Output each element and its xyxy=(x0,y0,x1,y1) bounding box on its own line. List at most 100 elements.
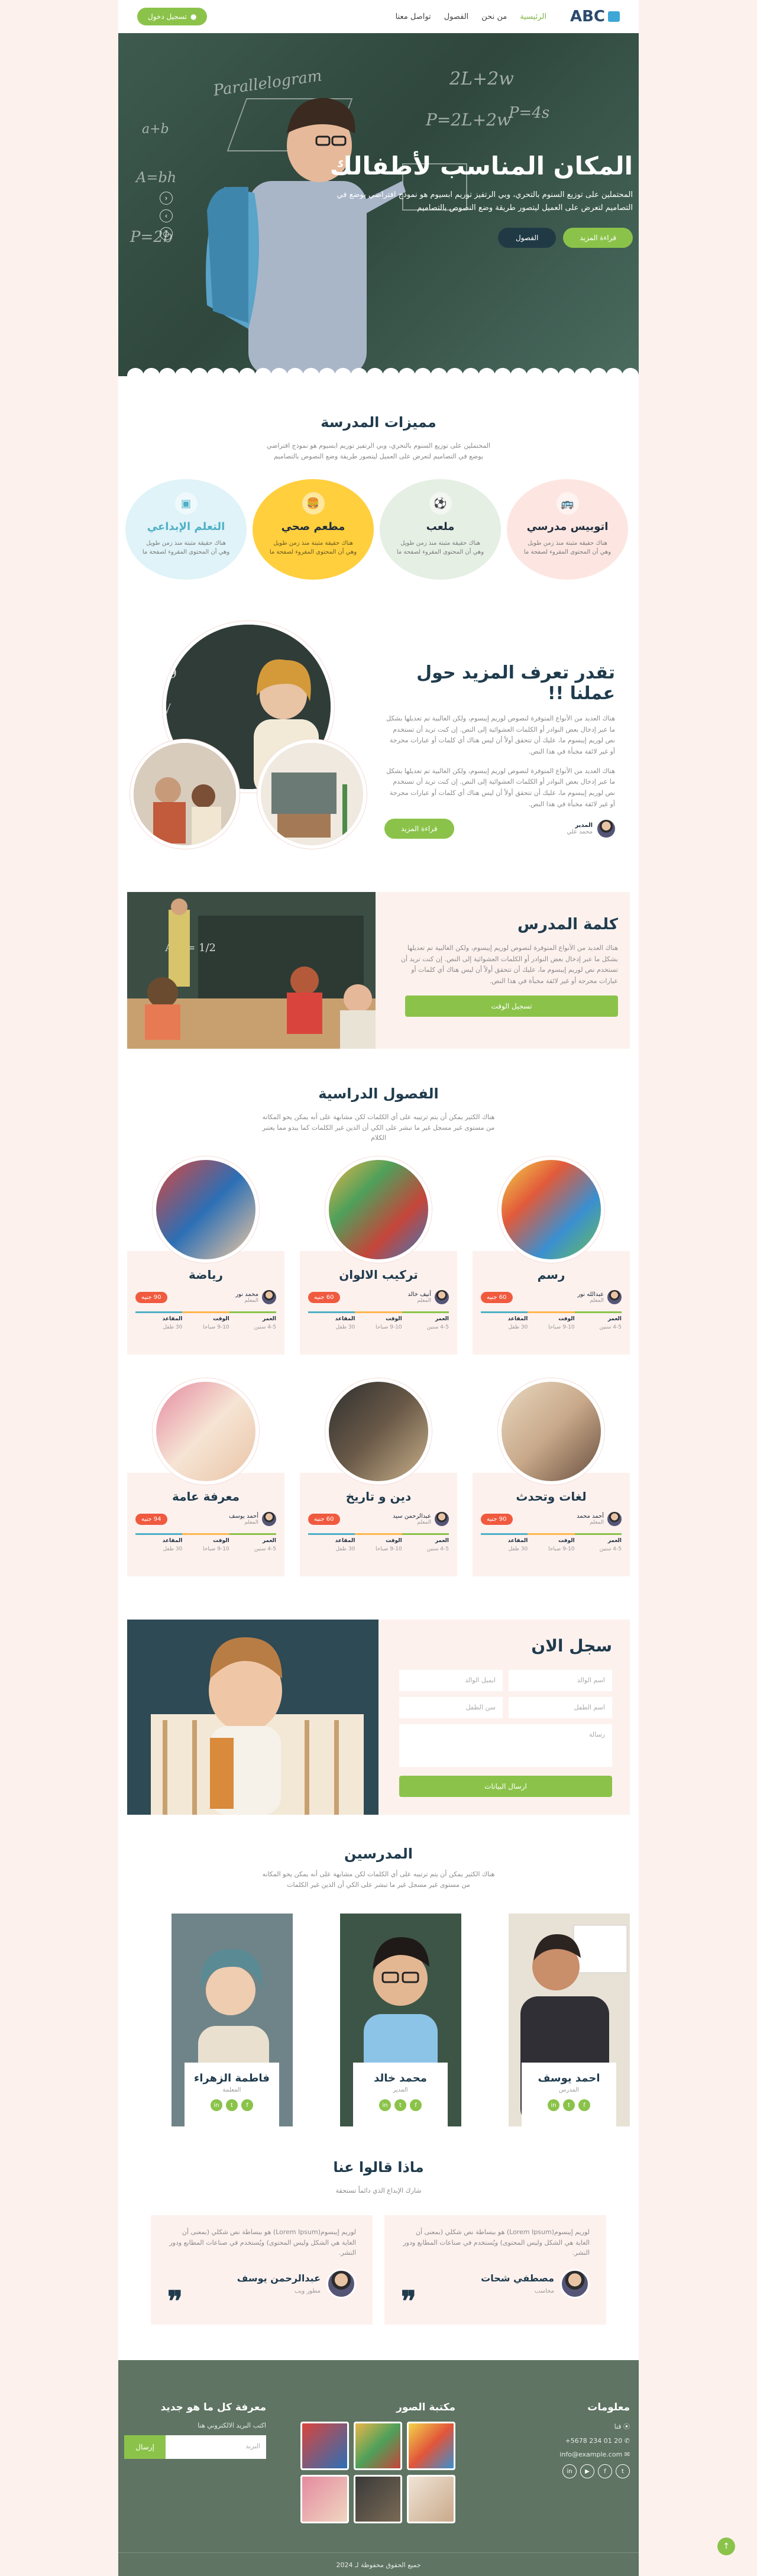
register-time-button[interactable]: تسجيل الوقت xyxy=(405,995,618,1017)
child-name-input[interactable]: اسم الطفل xyxy=(509,1697,612,1718)
svg-text:2x + 3 = 9: 2x + 3 = 9 xyxy=(163,667,177,681)
register-section: سجل الان اسم الوالد ايميل الوالد اسم الط… xyxy=(127,1620,630,1815)
youtube-icon[interactable]: ▶ xyxy=(580,2464,594,2478)
class-title: رياضة xyxy=(189,1268,223,1282)
teacher-role: المعلمة xyxy=(222,2087,241,2093)
phone-icon: ✆ xyxy=(622,2437,630,2445)
gallery-image[interactable] xyxy=(354,2422,402,2470)
twitter-icon[interactable]: t xyxy=(226,2099,238,2111)
feature-playground: ⚽ ملعب هناك حقيقة مثبتة منذ زمن طويل وهي… xyxy=(380,479,501,580)
hero-content: المكان المناسب لأطفالك المحتملين على توز… xyxy=(325,151,633,248)
class-price-badge: 90 جنيه xyxy=(135,1291,167,1303)
class-image xyxy=(498,1156,604,1263)
facebook-icon[interactable]: f xyxy=(410,2099,422,2111)
gallery-image[interactable] xyxy=(354,2475,402,2523)
subscribe-button[interactable]: إرسال xyxy=(124,2435,166,2459)
nav-link-home[interactable]: الرئيسية xyxy=(520,12,546,21)
teachers-subtitle: هناك الكثير يمكن أن يتم ترتيبه على أي ال… xyxy=(262,1870,495,1889)
linkedin-icon[interactable]: in xyxy=(562,2464,577,2478)
twitter-icon[interactable]: t xyxy=(563,2099,575,2111)
gallery-image[interactable] xyxy=(300,2475,349,2523)
newsletter-email-input[interactable]: البريد xyxy=(166,2435,266,2459)
hero-read-more-button[interactable]: قراءة المزيد xyxy=(563,228,633,248)
avatar xyxy=(326,2268,356,2299)
class-card[interactable]: رياضة محمد نور المعلم 90 جنيه العمر 4-5 سنين ا… xyxy=(127,1156,284,1355)
class-teacher: عبدالرحمن سيد المعلم xyxy=(393,1512,449,1526)
class-price-badge: 60 جنيه xyxy=(308,1513,340,1525)
about-read-more-button[interactable]: قراءة المزيد xyxy=(384,818,454,839)
nav-link-classes[interactable]: الفصول xyxy=(444,12,469,21)
login-button[interactable]: ● تسجيل دخول xyxy=(137,8,208,25)
class-card[interactable]: معرفة عامة أحمد يوسف المعلم 94 جنيه العمر 4-5… xyxy=(127,1378,284,1576)
about-title: تقدر تعرف المزيد حول عملنا !! xyxy=(416,662,615,704)
teacher-card: محمد خالد المدير f t in xyxy=(340,1914,461,2126)
teacher-role: المدير xyxy=(393,2087,408,2093)
class-card[interactable]: تركيب الالوان أنيف خالد المعلم 60 جنيه العمر… xyxy=(300,1156,457,1355)
facebook-icon[interactable]: f xyxy=(578,2099,590,2111)
class-title: لغات وتحدث xyxy=(516,1489,587,1504)
class-teacher: أحمد محمد المعلم xyxy=(577,1512,622,1526)
copyright: جميع الحقوق محفوظة لـ 2024 xyxy=(118,2552,639,2576)
footer: معلومات ⦿ قنا ✆ 20 01 234 5678+ ✉ info@e… xyxy=(118,2360,639,2576)
parent-name-input[interactable]: اسم الوالد xyxy=(509,1670,612,1691)
avatar xyxy=(262,1290,276,1304)
nav-link-about[interactable]: من نحن xyxy=(481,12,507,21)
classes-subtitle: هناك الكثير يمكن أن يتم ترتيبه على أي ال… xyxy=(262,1113,495,1142)
slider-next-icon[interactable]: › xyxy=(160,209,173,222)
avatar xyxy=(435,1512,449,1526)
gallery-image[interactable] xyxy=(407,2422,455,2470)
child-age-input[interactable]: سن الطفل xyxy=(399,1697,503,1718)
avatar xyxy=(262,1512,276,1526)
facebook-icon[interactable]: f xyxy=(598,2464,612,2478)
teacher-card: احمد يوسف المدرس f t in xyxy=(509,1914,630,2126)
class-title: تركيب الالوان xyxy=(339,1268,418,1282)
classes-title: الفصول الدراسية xyxy=(318,1085,439,1102)
footer-newsletter: معرفة كل ما هو جديد اكتب البريد الالكترو… xyxy=(124,2402,266,2459)
class-teacher: عبدالله نور المعلم xyxy=(577,1290,622,1304)
location-icon: ⦿ xyxy=(621,2423,630,2430)
slider-play-icon[interactable]: ○ xyxy=(160,227,173,240)
facebook-icon[interactable]: f xyxy=(241,2099,253,2111)
linkedin-icon[interactable]: in xyxy=(548,2099,559,2111)
bus-icon: 🚌 xyxy=(556,492,579,515)
logo[interactable]: ABC xyxy=(570,8,620,25)
hero-scallop-edge xyxy=(118,368,639,376)
twitter-icon[interactable]: t xyxy=(616,2464,630,2478)
hero-classes-button[interactable]: الفصول xyxy=(497,228,557,248)
class-price-badge: 94 جنيه xyxy=(135,1513,167,1525)
gallery-image[interactable] xyxy=(300,2422,349,2470)
user-icon: ● xyxy=(190,12,197,21)
linkedin-icon[interactable]: in xyxy=(211,2099,222,2111)
submit-button[interactable]: ارسال البيانات xyxy=(399,1776,612,1797)
nav-links: الرئيسية من نحن الفصول تواصل معنا xyxy=(396,12,546,21)
avatar xyxy=(435,1290,449,1304)
class-title: معرفة عامة xyxy=(172,1489,240,1504)
parent-email-input[interactable]: ايميل الوالد xyxy=(399,1670,503,1691)
class-teacher: أحمد يوسف المعلم xyxy=(229,1512,276,1526)
class-card[interactable]: رسم عبدالله نور المعلم 60 جنيه العمر 4-5 سنين… xyxy=(473,1156,630,1355)
nav-link-contact[interactable]: تواصل معنا xyxy=(396,12,431,21)
gallery-image[interactable] xyxy=(407,2475,455,2523)
testimonial-card: لوريم إيبسوم(Lorem Ipsum) هو ببساطة نص ش… xyxy=(384,2215,606,2325)
teacher-word-section: A·b = 1/2 كلمة المدرس هناك العديد من الأ… xyxy=(127,892,630,1049)
class-title: دين و تاريخ xyxy=(345,1489,412,1504)
register-image xyxy=(127,1620,378,1815)
teachers-title: المدرسين xyxy=(344,1845,413,1862)
class-card[interactable]: دين و تاريخ عبدالرحمن سيد المعلم 60 جنيه الع… xyxy=(300,1378,457,1576)
features-subtitle: المحتملين على توزيع السنوم بالتحري، وبي … xyxy=(266,442,491,460)
avatar xyxy=(560,2268,590,2299)
class-image xyxy=(153,1378,259,1485)
avatar xyxy=(607,1290,622,1304)
testimonials-subtitle: شارك الإبداع الذي دائماً تستحقة xyxy=(335,2187,422,2194)
feature-restaurant: 🍔 مطعم صحي هناك حقيقة مثبتة منذ زمن طويل… xyxy=(253,479,374,580)
food-icon: 🍔 xyxy=(302,492,325,515)
scroll-top-button[interactable]: ↑ xyxy=(717,2538,735,2555)
message-textarea[interactable]: رسالة xyxy=(399,1724,612,1767)
testimonial-card: لوريم إيبسوم(Lorem Ipsum) هو ببساطة نص ش… xyxy=(151,2215,373,2325)
class-card[interactable]: لغات وتحدث أحمد محمد المعلم 90 جنيه العمر 4-5… xyxy=(473,1378,630,1576)
footer-info: معلومات ⦿ قنا ✆ 20 01 234 5678+ ✉ info@e… xyxy=(559,2402,630,2478)
slider-prev-icon[interactable]: ‹ xyxy=(160,192,173,205)
linkedin-icon[interactable]: in xyxy=(379,2099,391,2111)
board-icon: ▣ xyxy=(174,492,198,515)
twitter-icon[interactable]: t xyxy=(394,2099,406,2111)
